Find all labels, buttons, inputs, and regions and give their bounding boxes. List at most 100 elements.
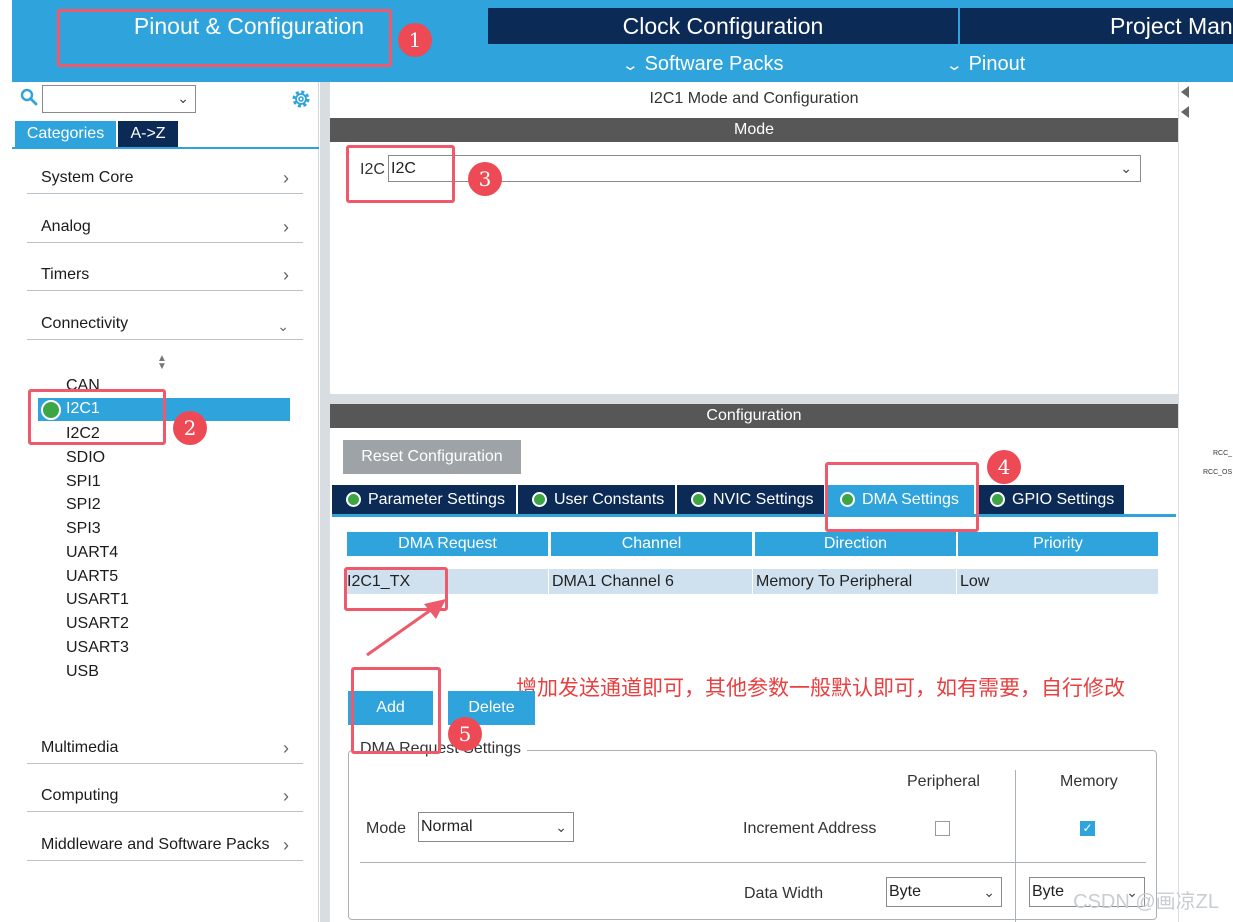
category-label: Computing xyxy=(41,787,119,804)
category-connectivity[interactable]: Connectivity ⌄ xyxy=(27,310,303,340)
memory-column-header: Memory xyxy=(1060,773,1118,790)
chevron-down-icon: ⌄ xyxy=(1120,160,1132,176)
chevron-down-icon: ⌄ xyxy=(983,884,995,900)
mode-value: Normal xyxy=(421,818,473,835)
table-row[interactable]: I2C1_TX DMA1 Channel 6 Memory To Periphe… xyxy=(344,569,1158,594)
mode-section-header: Mode xyxy=(330,118,1178,142)
peripheral-column-header: Peripheral xyxy=(907,773,980,790)
step-badge: 4 xyxy=(987,450,1021,484)
step-badge: 1 xyxy=(398,23,432,57)
tab-underline xyxy=(12,147,319,149)
category-label: Middleware and Software Packs xyxy=(41,836,270,853)
highlight-box xyxy=(346,145,455,203)
chevron-down-icon: ⌄ xyxy=(277,318,289,334)
chevron-right-icon: › xyxy=(283,265,289,285)
check-icon xyxy=(532,492,547,507)
search-input[interactable]: ⌄ xyxy=(42,85,196,113)
data-width-label: Data Width xyxy=(744,885,824,902)
row-divider xyxy=(360,862,1146,863)
peripheral-usart2[interactable]: USART2 xyxy=(66,614,129,634)
tab-clock-configuration[interactable]: Clock Configuration xyxy=(488,8,958,44)
configuration-section-header: Configuration xyxy=(330,404,1178,428)
highlight-box xyxy=(28,389,166,445)
chevron-down-icon: ⌄ xyxy=(621,57,640,74)
pinout-view-edge: RCC_ RCC_OS xyxy=(1178,82,1233,922)
peripheral-usart3[interactable]: USART3 xyxy=(66,638,129,658)
peripheral-uart4[interactable]: UART4 xyxy=(66,543,118,563)
software-packs-menu[interactable]: ⌄ Software Packs xyxy=(621,46,783,82)
cell-direction: Memory To Peripheral xyxy=(752,569,956,594)
panel-divider[interactable] xyxy=(320,82,330,922)
mode-label: Mode xyxy=(366,820,407,837)
peripheral-spi2[interactable]: SPI2 xyxy=(66,495,101,515)
column-header-direction: Direction xyxy=(755,532,956,556)
step-badge: 2 xyxy=(173,411,207,445)
annotation-note: 增加发送通道即可，其他参数一般默认即可，如有需要，自行修改 xyxy=(516,676,1125,700)
step-badge: 3 xyxy=(468,162,502,196)
chevron-down-icon: ⌄ xyxy=(555,819,567,835)
tab-label: NVIC Settings xyxy=(713,491,814,508)
tab-user-constants[interactable]: User Constants xyxy=(518,485,675,514)
tab-parameter-settings[interactable]: Parameter Settings xyxy=(332,485,516,514)
column-header-priority: Priority xyxy=(958,532,1158,556)
category-middleware[interactable]: Middleware and Software Packs › xyxy=(27,831,303,861)
page-title: I2C1 Mode and Configuration xyxy=(649,90,859,107)
peripheral-uart5[interactable]: UART5 xyxy=(66,567,118,587)
category-label: Analog xyxy=(41,218,91,235)
tab-gpio-settings[interactable]: GPIO Settings xyxy=(976,485,1124,514)
pinout-menu[interactable]: ⌄ Pinout xyxy=(945,46,1025,82)
category-multimedia[interactable]: Multimedia › xyxy=(27,734,303,764)
category-computing[interactable]: Computing › xyxy=(27,782,303,812)
chevron-down-icon: ⌄ xyxy=(945,57,964,74)
search-icon[interactable] xyxy=(20,88,38,106)
highlight-box xyxy=(344,567,448,611)
tab-categories[interactable]: Categories xyxy=(15,121,116,147)
category-label: System Core xyxy=(41,169,134,186)
collapse-arrow-icon[interactable] xyxy=(1181,106,1189,118)
category-label: Connectivity xyxy=(41,315,129,332)
collapse-arrow-icon[interactable] xyxy=(1181,86,1189,98)
column-header-channel: Channel xyxy=(551,532,752,556)
panel-splitter[interactable] xyxy=(330,394,1178,404)
highlight-box xyxy=(351,667,441,754)
column-header-dma-request: DMA Request xyxy=(347,532,548,556)
increment-address-label: Increment Address xyxy=(743,820,877,837)
configuration-panel: Configuration Reset Configuration Parame… xyxy=(330,404,1178,922)
category-label: Multimedia xyxy=(41,739,119,756)
categories-panel: ⌄ Categories A->Z System Core › Analog › T… xyxy=(12,82,319,922)
category-analog[interactable]: Analog › xyxy=(27,213,303,243)
peripheral-usb[interactable]: USB xyxy=(66,662,99,682)
mode-select[interactable]: Normal ⌄ xyxy=(418,812,574,842)
tab-label: Parameter Settings xyxy=(368,491,505,508)
reset-configuration-button[interactable]: Reset Configuration xyxy=(343,440,521,474)
tab-label: GPIO Settings xyxy=(1012,491,1115,508)
peripheral-sdio[interactable]: SDIO xyxy=(66,448,105,468)
tab-project-manager[interactable]: Project Man xyxy=(960,8,1233,44)
peripheral-data-width-select[interactable]: Byte ⌄ xyxy=(886,877,1002,907)
memory-increment-checkbox[interactable]: ✓ xyxy=(1080,821,1095,836)
cell-priority: Low xyxy=(956,569,1158,594)
chevron-right-icon: › xyxy=(283,738,289,758)
tabs-underline xyxy=(332,514,1176,517)
gear-icon[interactable] xyxy=(290,88,312,110)
peripheral-usart1[interactable]: USART1 xyxy=(66,590,129,610)
cell-channel: DMA1 Channel 6 xyxy=(548,569,752,594)
check-icon xyxy=(346,492,361,507)
checkmark-icon: ✓ xyxy=(1082,821,1093,835)
category-timers[interactable]: Timers › xyxy=(27,261,303,291)
check-icon xyxy=(691,492,706,507)
peripheral-increment-checkbox[interactable] xyxy=(935,821,950,836)
peripheral-data-width-value: Byte xyxy=(889,883,922,900)
step-badge: 5 xyxy=(448,717,482,751)
pin-label: RCC_ xyxy=(1213,450,1233,457)
sort-arrows-icon[interactable]: ▲ ▼ xyxy=(157,354,167,372)
tab-nvic-settings[interactable]: NVIC Settings xyxy=(677,485,824,514)
category-label: Timers xyxy=(41,266,90,283)
check-icon xyxy=(990,492,1005,507)
peripheral-spi1[interactable]: SPI1 xyxy=(66,472,101,492)
mode-panel: I2C1 Mode and Configuration Mode I2C I2C… xyxy=(330,82,1178,394)
tab-a-to-z[interactable]: A->Z xyxy=(118,121,178,147)
watermark: CSDN @画凉ZL xyxy=(1073,891,1219,913)
category-system-core[interactable]: System Core › xyxy=(27,164,303,194)
peripheral-spi3[interactable]: SPI3 xyxy=(66,519,101,539)
